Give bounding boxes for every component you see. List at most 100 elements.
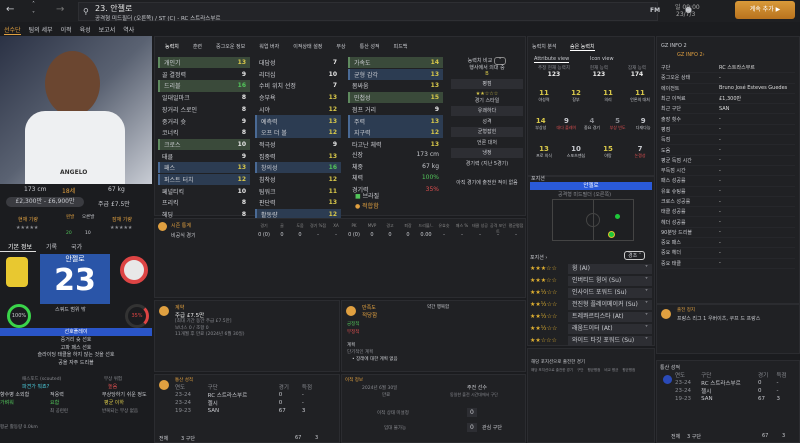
role-row[interactable]: ★★★☆☆ 윙 (AI) ˅ xyxy=(530,263,652,274)
role-name: 윙 (AI) xyxy=(572,264,590,272)
position-matches-panel: 해당 포지션으로 출전한 경기 해당 포지션으로 출전한 경기 구단 평균평점 비교 … xyxy=(527,348,655,443)
role-row[interactable]: ★★★☆☆ 인버티드 윙어 (Su) ˅ xyxy=(530,275,652,286)
attribute-tab[interactable]: 부상 xyxy=(336,44,345,50)
role-select[interactable]: 래움드이터 (At) ˅ xyxy=(568,323,652,334)
career-cell: 23-24 xyxy=(675,388,691,394)
role-row[interactable]: ★★½☆☆ 전진형 플레이메이커 (Su) ˅ xyxy=(530,299,652,310)
career-row[interactable]: 23-24 첼시 0 - xyxy=(173,399,323,407)
attribute-name: 지구력 xyxy=(354,130,371,138)
attribute-row: 몸싸움 13 xyxy=(348,80,443,91)
nav-item[interactable]: 육성 xyxy=(80,27,91,34)
nav-item[interactable]: 역사 xyxy=(123,27,134,34)
attribute-value: 12 xyxy=(237,175,246,183)
attribute-view-toggle[interactable]: Attribute view xyxy=(534,56,570,63)
continue-button[interactable]: 계속 추가 ▶ xyxy=(735,1,795,19)
tab-hidden-attributes[interactable]: 숨은 능력치 xyxy=(570,43,595,51)
career-row[interactable]: 23-24 첼시 0 - xyxy=(673,387,793,395)
body-label: 체중 xyxy=(352,163,364,171)
role-row[interactable]: ★★½☆☆ 래움드이터 (At) ˅ xyxy=(530,323,652,334)
role-row[interactable]: ★★½☆☆ 트레콰르티스타 (At) ˅ xyxy=(530,311,652,322)
gz-key: 패스 성공률 xyxy=(661,178,686,185)
transfer-row1: 이적 상태 미설정 xyxy=(377,411,409,416)
gz-key: 최근 구단 xyxy=(661,106,681,113)
up-icon[interactable]: ˄ xyxy=(32,1,35,8)
role-select[interactable]: 인버티드 윙어 (Su) ˅ xyxy=(568,275,652,286)
career-row[interactable]: 23-24 RC 스트라스부르 0 - xyxy=(673,379,793,387)
scout-value: 파견가 뭐죠? xyxy=(22,384,50,390)
attribute-value: 13 xyxy=(237,59,246,67)
attribute-value: 8 xyxy=(241,199,246,207)
attribute-name: 판단력 xyxy=(259,200,276,208)
role-select[interactable]: 트레콰르티스타 (At) ˅ xyxy=(568,311,652,322)
gz-value: - xyxy=(719,126,721,133)
attribute-tab[interactable]: 피드백 xyxy=(394,44,408,50)
compare-dropdown[interactable]: 능력치 비교 ˅ xyxy=(451,57,523,65)
season-value: - xyxy=(335,232,337,238)
role-row[interactable]: ★★½☆☆ 인사이드 포워드 (Su) ˅ xyxy=(530,287,652,298)
career-cell: - xyxy=(301,392,304,398)
attribute-tab[interactable]: 이적상태 설정 xyxy=(293,44,322,50)
career-row[interactable]: 23-24 RC 스트라스부르 0 - xyxy=(173,391,323,399)
left-tab[interactable]: 기록 xyxy=(46,244,57,251)
nav-item[interactable]: 보고서 xyxy=(99,27,116,34)
down-icon[interactable]: ˅ xyxy=(32,11,35,18)
hidden-attribute-value: 11 xyxy=(603,89,613,97)
left-tab[interactable]: 기본 정보 xyxy=(8,244,32,251)
current-ability-stars: ★★★★★ xyxy=(16,225,39,231)
compare-item: 성격 xyxy=(482,119,492,125)
gz-value: - xyxy=(719,188,721,195)
nav-item[interactable]: 팀의 세부 xyxy=(29,27,53,34)
attribute-tab[interactable]: 훈련 xyxy=(193,44,202,50)
gz-row: 패스 성공률 - xyxy=(661,176,795,187)
role-row[interactable]: ★★☆☆☆ 와이드 타깃 포워드 (Su) ˅ xyxy=(530,335,652,346)
career-cell: 23-24 xyxy=(675,380,691,386)
search-bar[interactable]: ⚲ 23. 안젤로 공격형 미드필더 (오른쪽) / ST (C) - RC 스… xyxy=(78,2,658,22)
season-title[interactable]: 시즌 통계 xyxy=(171,222,191,229)
happiness-right: 약간 행복함 xyxy=(427,305,450,310)
attribute-tab[interactable]: 워업 버자 xyxy=(259,44,279,50)
attribute-value: 14 xyxy=(430,59,439,67)
role-select[interactable]: 와이드 타깃 포워드 (Su) ˅ xyxy=(568,335,652,346)
career-cell: 3 xyxy=(776,396,781,402)
hidden-attribute: 15 야망 xyxy=(592,145,624,173)
position-filter-value: 경조 xyxy=(628,253,638,259)
injury-value: 높음 xyxy=(108,384,118,390)
attribute-row: 수비 위치 선정 7 xyxy=(255,80,341,91)
career-row[interactable]: 19-23 SAN 67 3 xyxy=(673,395,793,403)
transfer-status: 주전 선수 xyxy=(467,385,487,391)
gz-row: 헤더 성공률 - xyxy=(661,217,795,228)
icon-view-toggle[interactable]: Icon view xyxy=(590,56,614,62)
left-tab[interactable]: 국가 xyxy=(71,244,82,251)
attribute-tab[interactable]: 중그오운 정보 xyxy=(216,44,245,50)
attribute-tab[interactable]: 능력치 xyxy=(165,44,179,50)
nav-item[interactable]: 이적 xyxy=(61,27,72,34)
right-foot-label: 오른발 xyxy=(82,215,95,220)
transfer-title[interactable]: 이적 정보 xyxy=(345,377,363,383)
role-select[interactable]: 윙 (AI) ˅ xyxy=(568,263,652,274)
hidden-attribute: 5 부상 빈도 xyxy=(605,117,631,145)
role-select[interactable]: 인사이드 포워드 (Su) ˅ xyxy=(568,287,652,298)
position-filter-dropdown[interactable]: 경조 ˅ xyxy=(624,251,646,260)
attribute-row: 일대일마크 8 xyxy=(158,92,250,103)
contract-title[interactable]: 계약 xyxy=(175,304,184,311)
happiness-title[interactable]: 만족도 xyxy=(362,304,376,311)
hidden-attribute: 11 언론의 대처 xyxy=(624,89,656,117)
gz-link[interactable]: GZ INFO 2› xyxy=(677,52,705,58)
attribute-value: 13 xyxy=(328,94,337,102)
attribute-row: 집중력 13 xyxy=(255,151,341,162)
gz-row: 에이전트 Bruno José Esteves Guedes xyxy=(661,84,795,94)
attribute-tab[interactable]: 통산 성적 xyxy=(360,44,380,50)
player-height: 173 cm xyxy=(24,186,47,193)
nav-item[interactable]: 선수단 xyxy=(4,27,21,35)
career-row[interactable]: 19-23 SAN 67 3 xyxy=(173,407,323,415)
transfer-status-sub: 동일한 출전 시간대에서 구단 xyxy=(450,392,498,397)
role-select[interactable]: 전진형 플레이메이커 (Su) ˅ xyxy=(568,299,652,310)
role-name: 인사이드 포워드 (Su) xyxy=(572,288,627,296)
forward-arrow-icon[interactable]: → xyxy=(56,4,64,15)
tab-ability-analysis[interactable]: 능력치 분석 xyxy=(532,43,557,50)
attribute-row: 민첩성 15 xyxy=(348,92,443,104)
positions-link[interactable]: 포지션 › xyxy=(530,254,547,261)
back-arrow-icon[interactable]: ← xyxy=(6,4,14,15)
position-matches-headers: 해당 포지션으로 출전한 경기 구단 평균평점 비교 평균 평균평점 xyxy=(531,368,635,373)
attribute-value: 8 xyxy=(241,211,246,219)
